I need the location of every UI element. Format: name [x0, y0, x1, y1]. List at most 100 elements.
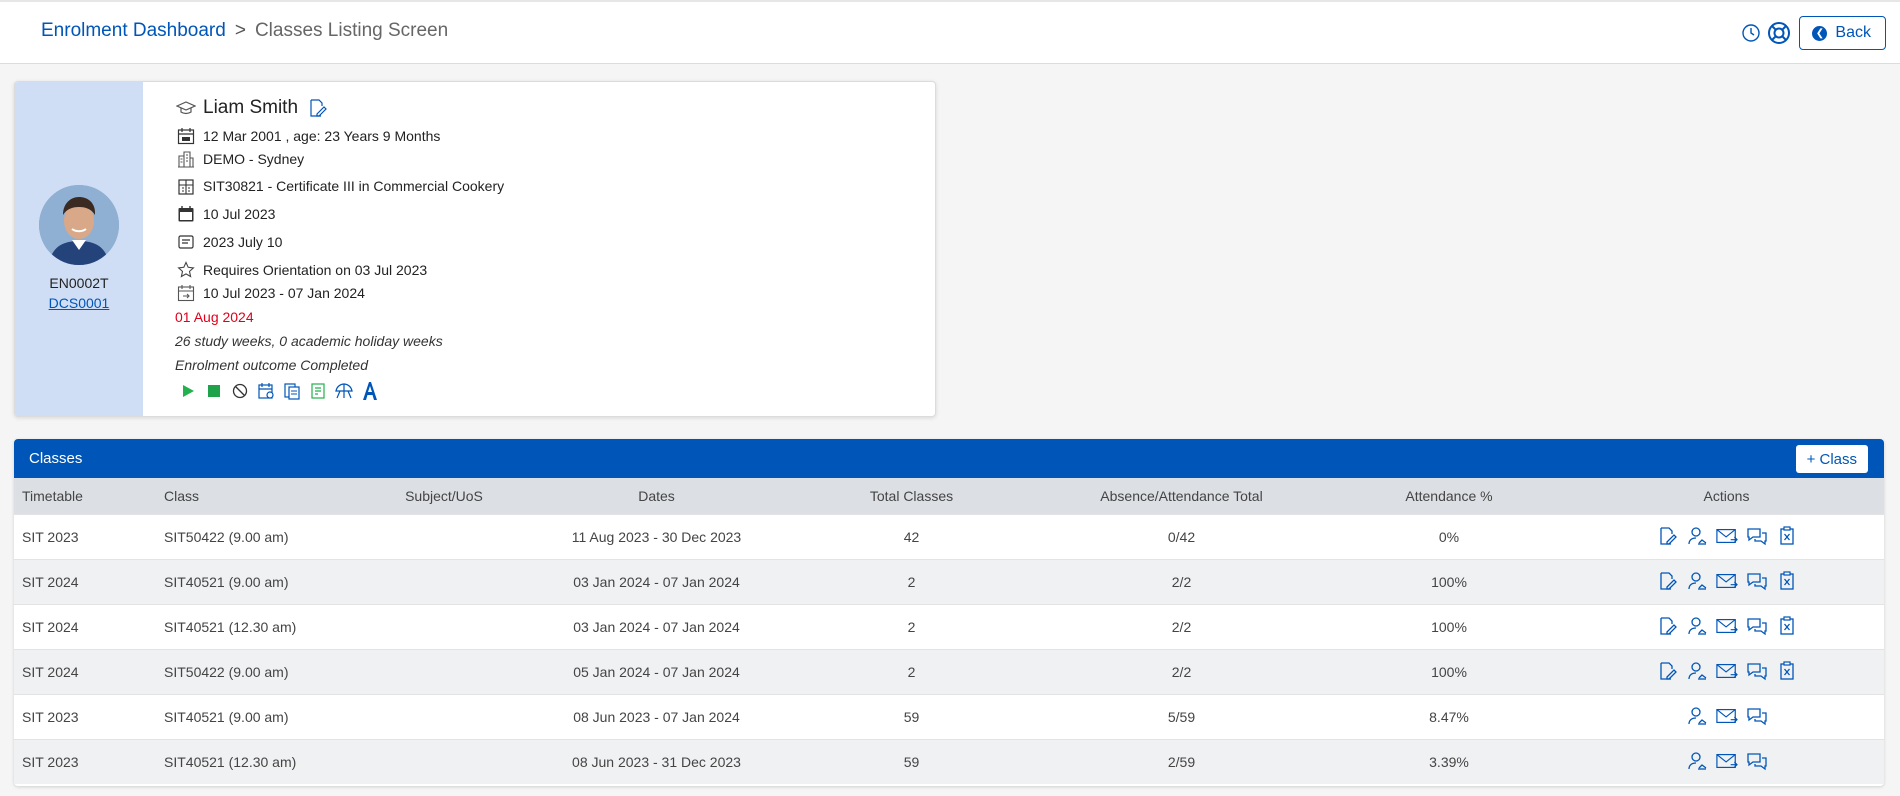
back-button[interactable]: ❮ Back: [1799, 16, 1886, 50]
col-timetable[interactable]: Timetable: [14, 478, 164, 514]
edit-icon[interactable]: [306, 97, 328, 119]
cell-absence-attendance: 5/59: [1034, 693, 1329, 739]
cell-absence-attendance: 2/2: [1034, 648, 1329, 694]
cell-class: SIT40521 (12.30 am): [164, 603, 364, 649]
send-email-icon[interactable]: [1715, 615, 1738, 637]
cell-timetable: SIT 2024: [14, 648, 164, 694]
cell-total-classes: 2: [789, 558, 1034, 604]
course-building-icon: [175, 175, 197, 197]
cell-dates: 11 Aug 2023 - 30 Dec 2023: [524, 513, 789, 559]
student-code-link[interactable]: DCS0001: [15, 295, 143, 311]
student-campus: DEMO - Sydney: [203, 151, 305, 167]
play-icon[interactable]: [175, 380, 201, 402]
cell-actions: [1569, 558, 1884, 604]
cancel-icon[interactable]: [227, 380, 253, 402]
remove-clipboard-icon[interactable]: [1776, 615, 1798, 637]
cell-subject: [364, 648, 524, 694]
user-attendance-icon[interactable]: [1686, 705, 1708, 727]
cell-actions: [1569, 603, 1884, 649]
add-class-button[interactable]: + Class: [1795, 445, 1868, 473]
cell-subject: [364, 738, 524, 784]
col-absence-attendance[interactable]: Absence/Attendance Total: [1034, 478, 1329, 514]
remove-clipboard-icon[interactable]: [1776, 525, 1798, 547]
history-icon[interactable]: [1737, 19, 1765, 47]
send-email-icon[interactable]: [1715, 570, 1738, 592]
stop-icon[interactable]: [201, 380, 227, 402]
edit-icon[interactable]: [1656, 525, 1678, 547]
send-email-icon[interactable]: [1715, 705, 1738, 727]
table-row: SIT 2023 SIT50422 (9.00 am) 11 Aug 2023 - …: [14, 513, 1884, 559]
chat-icon[interactable]: [1746, 705, 1768, 727]
col-attendance-percent[interactable]: Attendance %: [1329, 478, 1569, 514]
cell-attendance-percent: 100%: [1329, 648, 1569, 694]
study-weeks: 26 study weeks, 0 academic holiday weeks: [175, 333, 443, 349]
cell-subject: [364, 558, 524, 604]
classes-panel-title: Classes: [29, 450, 83, 467]
help-lifebuoy-icon[interactable]: [1765, 19, 1793, 47]
chat-icon[interactable]: [1746, 570, 1768, 592]
cell-total-classes: 59: [789, 738, 1034, 784]
col-class[interactable]: Class: [164, 478, 364, 514]
user-attendance-icon[interactable]: [1686, 750, 1708, 772]
cell-class: SIT50422 (9.00 am): [164, 513, 364, 559]
building-icon: [175, 148, 197, 170]
classes-panel: Classes + Class Timetable Class Subject/…: [14, 439, 1884, 786]
table-row: SIT 2024 SIT50422 (9.00 am) 05 Jan 2024 - …: [14, 648, 1884, 694]
chat-icon[interactable]: [1746, 525, 1768, 547]
enrolment-outcome: Enrolment outcome Completed: [175, 357, 368, 373]
cell-actions: [1569, 513, 1884, 559]
table-row: SIT 2024 SIT40521 (9.00 am) 03 Jan 2024 - …: [14, 558, 1884, 604]
cell-total-classes: 2: [789, 648, 1034, 694]
edit-icon[interactable]: [1656, 570, 1678, 592]
edit-icon[interactable]: [1656, 660, 1678, 682]
holiday-umbrella-icon[interactable]: [331, 380, 357, 402]
cell-absence-attendance: 2/2: [1034, 558, 1329, 604]
chat-icon[interactable]: [1746, 660, 1768, 682]
cell-absence-attendance: 0/42: [1034, 513, 1329, 559]
cell-class: SIT40521 (9.00 am): [164, 693, 364, 739]
calendar-icon: [175, 125, 197, 147]
calendar-edit-icon[interactable]: [253, 380, 279, 402]
cell-timetable: SIT 2023: [14, 738, 164, 784]
col-subject[interactable]: Subject/UoS: [364, 478, 524, 514]
cell-attendance-percent: 100%: [1329, 558, 1569, 604]
col-dates[interactable]: Dates: [524, 478, 789, 514]
cell-dates: 08 Jun 2023 - 07 Jan 2024: [524, 693, 789, 739]
student-name-row: Liam Smith: [175, 97, 334, 119]
remove-clipboard-icon[interactable]: [1776, 570, 1798, 592]
document-copy-icon[interactable]: [279, 380, 305, 402]
table-row: SIT 2023 SIT40521 (9.00 am) 08 Jun 2023 - …: [14, 693, 1884, 739]
font-a-icon[interactable]: [357, 380, 383, 402]
user-attendance-icon[interactable]: [1686, 660, 1708, 682]
campus-row: DEMO - Sydney: [175, 148, 304, 170]
user-attendance-icon[interactable]: [1686, 615, 1708, 637]
chat-icon[interactable]: [1746, 615, 1768, 637]
cell-total-classes: 2: [789, 603, 1034, 649]
send-email-icon[interactable]: [1715, 660, 1738, 682]
back-button-label: Back: [1835, 24, 1871, 41]
cell-timetable: SIT 2023: [14, 693, 164, 739]
edit-icon[interactable]: [1656, 615, 1678, 637]
alert-date: 01 Aug 2024: [175, 309, 254, 325]
send-email-icon[interactable]: [1715, 525, 1738, 547]
cell-timetable: SIT 2023: [14, 513, 164, 559]
outcome-row: Enrolment outcome Completed: [175, 357, 368, 373]
course-row: SIT30821 - Certificate III in Commercial…: [175, 175, 504, 197]
cell-actions: [1569, 738, 1884, 784]
send-email-icon[interactable]: [1715, 750, 1738, 772]
table-row: SIT 2023 SIT40521 (12.30 am) 08 Jun 2023 -…: [14, 738, 1884, 784]
avatar: [39, 185, 119, 265]
chat-icon[interactable]: [1746, 750, 1768, 772]
col-total-classes[interactable]: Total Classes: [789, 478, 1034, 514]
cell-actions: [1569, 693, 1884, 739]
user-attendance-icon[interactable]: [1686, 525, 1708, 547]
start-date-row: 10 Jul 2023: [175, 203, 275, 225]
user-attendance-icon[interactable]: [1686, 570, 1708, 592]
cell-absence-attendance: 2/2: [1034, 603, 1329, 649]
classes-table: Timetable Class Subject/UoS Dates Total …: [14, 478, 1884, 784]
breadcrumb-enrolment-dashboard-link[interactable]: Enrolment Dashboard: [41, 20, 226, 41]
breadcrumb: Enrolment Dashboard > Classes Listing Scre…: [41, 20, 448, 42]
remove-clipboard-icon[interactable]: [1776, 660, 1798, 682]
certificate-icon[interactable]: [305, 380, 331, 402]
cell-dates: 08 Jun 2023 - 31 Dec 2023: [524, 738, 789, 784]
